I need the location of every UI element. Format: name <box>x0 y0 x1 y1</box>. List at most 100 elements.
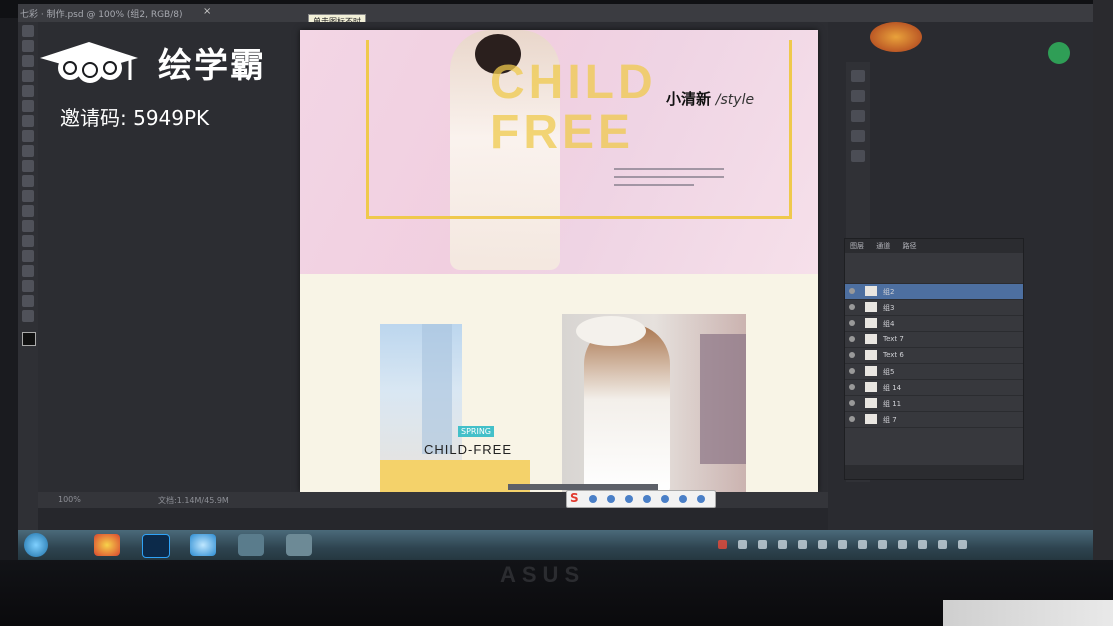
ime-skin-icon[interactable] <box>661 495 669 503</box>
sogou-logo-icon: S <box>570 491 579 505</box>
tray-app-icon[interactable] <box>778 540 787 549</box>
tray-app-icon[interactable] <box>858 540 867 549</box>
start-button[interactable] <box>24 533 48 557</box>
layer-row[interactable]: 组2 <box>845 284 1023 300</box>
healing-tool-icon[interactable] <box>22 115 34 127</box>
layer-row[interactable]: Text 6 <box>845 348 1023 364</box>
tray-app-icon[interactable] <box>818 540 827 549</box>
path-select-tool-icon[interactable] <box>22 265 34 277</box>
close-tab-icon[interactable]: × <box>203 6 211 17</box>
sogou-browser-icon[interactable] <box>190 534 216 556</box>
dodge-tool-icon[interactable] <box>22 220 34 232</box>
taskbar-app-icon[interactable] <box>238 534 264 556</box>
product-photo-left-shade <box>422 324 452 454</box>
asus-logo: ASUS <box>500 562 586 587</box>
quick-select-tool-icon[interactable] <box>22 70 34 82</box>
pen-tool-icon[interactable] <box>22 235 34 247</box>
layer-row[interactable]: 组 7 <box>845 412 1023 428</box>
headline-line2: FREE <box>490 106 635 159</box>
layer-thumbnail <box>865 366 877 376</box>
move-tool-icon[interactable] <box>22 25 34 37</box>
tools-panel <box>18 22 38 532</box>
ime-punct-icon[interactable] <box>607 495 615 503</box>
chrome-icon[interactable] <box>94 534 120 556</box>
stamp-tool-icon[interactable] <box>22 145 34 157</box>
layer-row[interactable]: 组4 <box>845 316 1023 332</box>
blur-tool-icon[interactable] <box>22 205 34 217</box>
layer-row[interactable]: 组5 <box>845 364 1023 380</box>
hand-tool-icon[interactable] <box>22 295 34 307</box>
tray-app-icon[interactable] <box>838 540 847 549</box>
history-panel-icon[interactable] <box>851 70 865 82</box>
document-canvas[interactable]: CHILD FREE 小清新 /style SPRING CHILD-FREE <box>300 30 818 492</box>
zoom-tool-icon[interactable] <box>22 310 34 322</box>
layer-thumbnail <box>865 398 877 408</box>
brush-tool-icon[interactable] <box>22 130 34 142</box>
layers-panel: 图层 通道 路径 组2 组3 组4 Text 7 Text 6 组5 组 14 … <box>844 238 1024 480</box>
product-section: SPRING CHILD-FREE <box>300 274 818 492</box>
ime-tools-icon[interactable] <box>679 495 687 503</box>
input-method-bar[interactable]: S <box>566 490 716 508</box>
photo-background-right <box>1093 0 1113 560</box>
tray-app-icon[interactable] <box>738 540 747 549</box>
tab-layers[interactable]: 图层 <box>845 239 869 253</box>
layer-row[interactable]: Text 7 <box>845 332 1023 348</box>
network-icon[interactable] <box>878 540 887 549</box>
visibility-eye-icon[interactable] <box>849 368 855 374</box>
windows-taskbar <box>18 530 1103 560</box>
layer-row[interactable]: 组3 <box>845 300 1023 316</box>
tray-app-icon[interactable] <box>798 540 807 549</box>
history-brush-tool-icon[interactable] <box>22 160 34 172</box>
visibility-eye-icon[interactable] <box>849 384 855 390</box>
visibility-eye-icon[interactable] <box>849 320 855 326</box>
visibility-eye-icon[interactable] <box>849 288 855 294</box>
eraser-tool-icon[interactable] <box>22 175 34 187</box>
adjustments-panel-icon[interactable] <box>851 110 865 122</box>
layer-row[interactable]: 组 14 <box>845 380 1023 396</box>
zoom-level[interactable]: 100% <box>58 495 81 504</box>
paragraph-panel-icon[interactable] <box>851 150 865 162</box>
shape-tool-icon[interactable] <box>22 280 34 292</box>
headline-line1: CHILD <box>490 56 657 109</box>
ime-lang-icon[interactable] <box>589 495 597 503</box>
lasso-tool-icon[interactable] <box>22 55 34 67</box>
marquee-tool-icon[interactable] <box>22 40 34 52</box>
taskbar-app-icon[interactable] <box>286 534 312 556</box>
document-tab[interactable]: 七彩 · 制作.psd @ 100% (组2, RGB/8) <box>20 7 183 20</box>
tray-app-icon[interactable] <box>718 540 727 549</box>
document-size: 文档:1.14M/45.9M <box>158 496 229 505</box>
ime-voice-icon[interactable] <box>625 495 633 503</box>
gradient-tool-icon[interactable] <box>22 190 34 202</box>
notification-icon[interactable] <box>958 540 967 549</box>
panel-dock: 图层 通道 路径 组2 组3 组4 Text 7 Text 6 组5 组 14 … <box>828 22 1103 532</box>
foreground-color-swatch[interactable] <box>22 332 36 346</box>
layer-thumbnail <box>865 318 877 328</box>
character-panel-icon[interactable] <box>851 130 865 142</box>
eyedropper-tool-icon[interactable] <box>22 100 34 112</box>
product-photo-model <box>584 324 670 492</box>
volume-icon[interactable] <box>898 540 907 549</box>
photoshop-icon[interactable] <box>142 534 170 558</box>
type-tool-icon[interactable] <box>22 250 34 262</box>
tab-channels[interactable]: 通道 <box>871 239 895 253</box>
body-text-line <box>614 184 694 186</box>
app-badge-icon <box>870 22 922 52</box>
layer-name: 组 14 <box>883 384 902 392</box>
ime-tray-icon[interactable] <box>938 540 947 549</box>
battery-icon[interactable] <box>918 540 927 549</box>
layer-row[interactable]: 组 11 <box>845 396 1023 412</box>
crop-tool-icon[interactable] <box>22 85 34 97</box>
tab-paths[interactable]: 路径 <box>897 239 921 253</box>
visibility-eye-icon[interactable] <box>849 352 855 358</box>
tray-app-icon[interactable] <box>758 540 767 549</box>
layer-thumbnail <box>865 286 877 296</box>
layer-name: 组3 <box>883 304 895 312</box>
visibility-eye-icon[interactable] <box>849 416 855 422</box>
visibility-eye-icon[interactable] <box>849 336 855 342</box>
ime-keyboard-icon[interactable] <box>643 495 651 503</box>
properties-panel-icon[interactable] <box>851 90 865 102</box>
visibility-eye-icon[interactable] <box>849 400 855 406</box>
visibility-eye-icon[interactable] <box>849 304 855 310</box>
subtitle-en: /style <box>715 92 755 108</box>
ime-settings-icon[interactable] <box>697 495 705 503</box>
